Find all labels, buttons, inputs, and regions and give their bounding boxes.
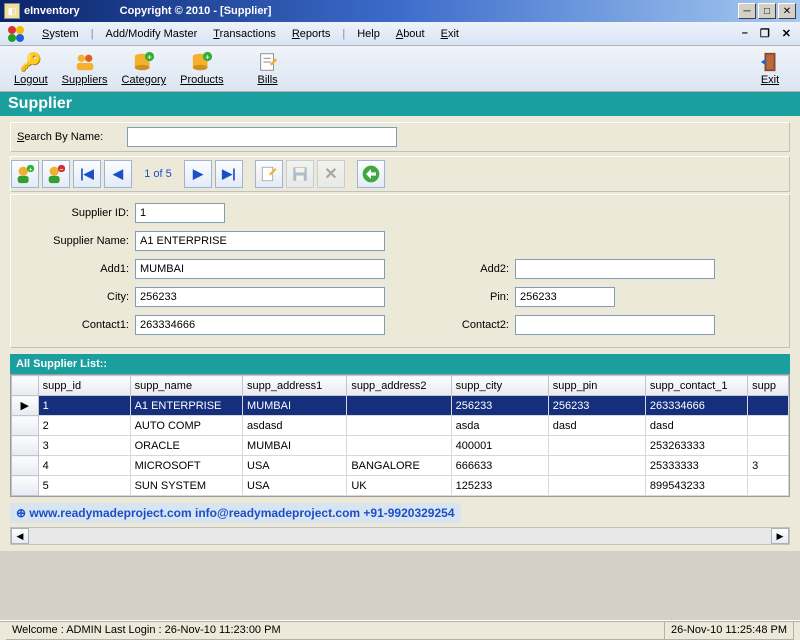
menu-help[interactable]: Help xyxy=(349,26,388,42)
table-row[interactable]: ▶1A1 ENTERPRISEMUMBAI2562332562332633346… xyxy=(12,396,789,416)
svg-text:+: + xyxy=(29,166,33,173)
nav-next[interactable]: ▶ xyxy=(184,160,212,188)
record-navigator: + − |◀ ◀ 1 of 5 ▶ ▶| ✕ xyxy=(10,156,790,192)
table-row[interactable]: 3ORACLEMUMBAI400001253263333 xyxy=(12,436,789,456)
table-row[interactable]: 4MICROSOFTUSABANGALORE666633253333333 xyxy=(12,456,789,476)
label-contact2: Contact2: xyxy=(445,319,515,331)
svg-text:+: + xyxy=(147,52,151,61)
toolbar-category[interactable]: + Category xyxy=(116,49,173,88)
save-button[interactable] xyxy=(286,160,314,188)
col-supp_pin[interactable]: supp_pin xyxy=(548,376,645,396)
delete-supplier-button[interactable]: − xyxy=(42,160,70,188)
svg-text:−: − xyxy=(60,166,64,173)
toolbar-suppliers[interactable]: Suppliers xyxy=(56,49,114,88)
menu-reports[interactable]: Reports xyxy=(284,26,339,42)
app-window-icon: ◧ xyxy=(4,3,20,19)
nav-counter: 1 of 5 xyxy=(135,168,181,180)
menu-about[interactable]: About xyxy=(388,26,433,42)
input-add1[interactable] xyxy=(135,259,385,279)
horizontal-scrollbar[interactable]: ◀ ▶ xyxy=(10,527,790,545)
menu-system[interactable]: System xyxy=(34,26,87,42)
window-titlebar: ◧ eInventory Copyright © 2010 - [Supplie… xyxy=(0,0,800,22)
nav-prev[interactable]: ◀ xyxy=(104,160,132,188)
input-contact1[interactable] xyxy=(135,315,385,335)
refresh-button[interactable] xyxy=(357,160,385,188)
menu-exit[interactable]: Exit xyxy=(433,26,467,42)
label-supplier-id: Supplier ID: xyxy=(15,207,135,219)
menu-add-modify[interactable]: Add/Modify Master xyxy=(98,26,206,42)
menubar: System | Add/Modify Master Transactions … xyxy=(0,22,800,46)
search-label: Search By Name: xyxy=(17,131,127,143)
people-icon xyxy=(74,51,96,73)
close-button[interactable]: ✕ xyxy=(778,3,796,19)
add-supplier-button[interactable]: + xyxy=(11,160,39,188)
scroll-left-icon[interactable]: ◀ xyxy=(11,528,29,544)
col-supp_address1[interactable]: supp_address1 xyxy=(243,376,347,396)
col-supp_address2[interactable]: supp_address2 xyxy=(347,376,451,396)
col-supp[interactable]: supp xyxy=(748,376,789,396)
col-supp_name[interactable]: supp_name xyxy=(130,376,242,396)
supplier-form: Supplier ID: Supplier Name: Add1: Add2: … xyxy=(10,194,790,348)
mdi-close[interactable]: ✕ xyxy=(779,27,794,40)
status-left: Welcome : ADMIN Last Login : 26-Nov-10 1… xyxy=(6,622,665,640)
door-exit-icon xyxy=(759,51,781,73)
window-subtitle: Copyright © 2010 - [Supplier] xyxy=(120,5,272,17)
toolbar-products[interactable]: + Products xyxy=(174,49,229,88)
mdi-window-controls: – ❐ ✕ xyxy=(739,27,794,40)
status-right: 26-Nov-10 11:25:48 PM xyxy=(665,622,794,640)
input-contact2[interactable] xyxy=(515,315,715,335)
page-title: Supplier xyxy=(0,92,800,116)
watermark-text: ⊕ www.readymadeproject.com info@readymad… xyxy=(10,503,461,523)
input-city[interactable] xyxy=(135,287,385,307)
edit-document-icon xyxy=(257,51,279,73)
grid-title: All Supplier List:: xyxy=(10,354,790,374)
label-supplier-name: Supplier Name: xyxy=(15,235,135,247)
col-supp_id[interactable]: supp_id xyxy=(38,376,130,396)
database-plus-icon: + xyxy=(191,51,213,73)
col-supp_city[interactable]: supp_city xyxy=(451,376,548,396)
database-plus-icon: + xyxy=(133,51,155,73)
window-title: eInventory xyxy=(24,5,80,17)
nav-first[interactable]: |◀ xyxy=(73,160,101,188)
input-supplier-name[interactable] xyxy=(135,231,385,251)
label-add1: Add1: xyxy=(15,263,135,275)
menu-transactions[interactable]: Transactions xyxy=(205,26,284,42)
svg-text:+: + xyxy=(205,52,209,61)
toolbar-logout[interactable]: 🔑 Logout xyxy=(8,49,54,88)
app-logo-icon xyxy=(6,24,26,44)
label-contact1: Contact1: xyxy=(15,319,135,331)
toolbar-bills[interactable]: Bills xyxy=(246,49,290,88)
toolbar-exit[interactable]: Exit xyxy=(748,49,792,88)
input-pin[interactable] xyxy=(515,287,615,307)
table-row[interactable]: 2AUTO COMPasdasdasdadasddasd xyxy=(12,416,789,436)
label-city: City: xyxy=(15,291,135,303)
minimize-button[interactable]: ─ xyxy=(738,3,756,19)
scroll-right-icon[interactable]: ▶ xyxy=(771,528,789,544)
maximize-button[interactable]: □ xyxy=(758,3,776,19)
col-supp_contact_1[interactable]: supp_contact_1 xyxy=(645,376,747,396)
toolbar: 🔑 Logout Suppliers + Category + Products… xyxy=(0,46,800,92)
search-input[interactable] xyxy=(127,127,397,147)
mdi-restore[interactable]: ❐ xyxy=(757,27,773,40)
edit-button[interactable] xyxy=(255,160,283,188)
key-icon: 🔑 xyxy=(20,51,42,73)
window-controls: ─ □ ✕ xyxy=(738,3,796,19)
input-supplier-id[interactable] xyxy=(135,203,225,223)
search-bar: Search By Name: xyxy=(10,122,790,152)
input-add2[interactable] xyxy=(515,259,715,279)
label-pin: Pin: xyxy=(445,291,515,303)
mdi-minimize[interactable]: – xyxy=(739,27,751,40)
cancel-button[interactable]: ✕ xyxy=(317,160,345,188)
statusbar: Welcome : ADMIN Last Login : 26-Nov-10 1… xyxy=(0,620,800,640)
supplier-grid[interactable]: supp_idsupp_namesupp_address1supp_addres… xyxy=(10,374,790,497)
nav-last[interactable]: ▶| xyxy=(215,160,243,188)
table-row[interactable]: 5SUN SYSTEMUSAUK125233899543233 xyxy=(12,476,789,496)
label-add2: Add2: xyxy=(445,263,515,275)
